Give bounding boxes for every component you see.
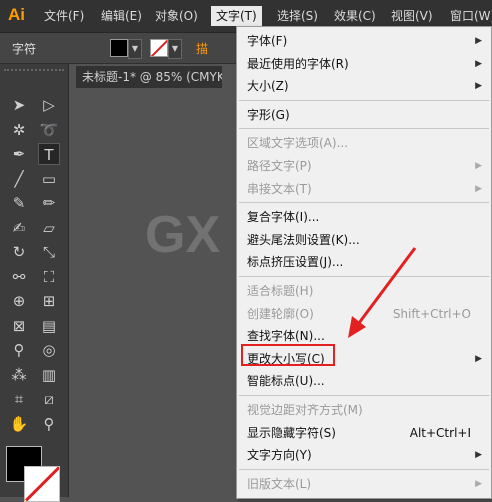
annotation-arrow [348,247,417,338]
